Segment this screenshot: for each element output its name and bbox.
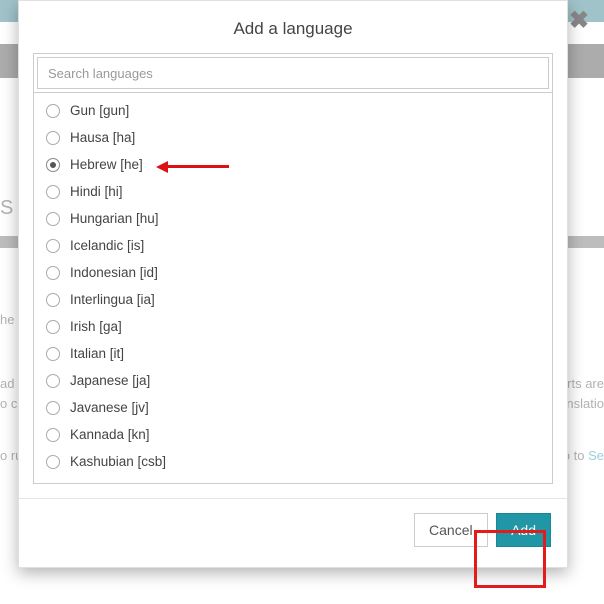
modal-title: Add a language <box>19 1 567 53</box>
language-label: Japanese [ja] <box>70 373 150 388</box>
cancel-button[interactable]: Cancel <box>414 513 488 547</box>
language-option[interactable]: Hungarian [hu] <box>42 205 552 232</box>
close-icon: ✖ <box>569 7 589 34</box>
language-option[interactable]: Hebrew [he] <box>42 151 552 178</box>
add-button[interactable]: Add <box>496 513 551 547</box>
language-option[interactable]: Hausa [ha] <box>42 124 552 151</box>
language-radio[interactable] <box>46 185 60 199</box>
language-label: Hebrew [he] <box>70 157 143 172</box>
language-option[interactable]: Icelandic [is] <box>42 232 552 259</box>
language-label: Kannada [kn] <box>70 427 150 442</box>
language-option[interactable]: Gun [gun] <box>42 97 552 124</box>
language-option[interactable]: Japanese [ja] <box>42 367 552 394</box>
language-label: Icelandic [is] <box>70 238 144 253</box>
language-label: Kashubian [csb] <box>70 454 166 469</box>
language-option[interactable]: Hindi [hi] <box>42 178 552 205</box>
language-option[interactable]: Irish [ga] <box>42 313 552 340</box>
language-label: Hungarian [hu] <box>70 211 159 226</box>
language-option[interactable]: Javanese [jv] <box>42 394 552 421</box>
language-radio[interactable] <box>46 374 60 388</box>
language-label: Gun [gun] <box>70 103 129 118</box>
language-option[interactable]: Indonesian [id] <box>42 259 552 286</box>
language-label: Indonesian [id] <box>70 265 158 280</box>
language-radio[interactable] <box>46 158 60 172</box>
language-radio[interactable] <box>46 266 60 280</box>
language-option[interactable]: Interlingua [ia] <box>42 286 552 313</box>
language-label: Interlingua [ia] <box>70 292 155 307</box>
language-option[interactable]: Italian [it] <box>42 340 552 367</box>
language-radio[interactable] <box>46 428 60 442</box>
language-radio[interactable] <box>46 320 60 334</box>
language-label: Hausa [ha] <box>70 130 135 145</box>
modal-footer: Cancel Add <box>19 498 567 567</box>
language-radio[interactable] <box>46 455 60 469</box>
language-label: Javanese [jv] <box>70 400 149 415</box>
add-language-modal: Add a language Gun [gun] Hausa [ha] Hebrew… <box>18 0 568 568</box>
language-radio[interactable] <box>46 104 60 118</box>
language-option[interactable]: Kashubian [csb] <box>42 448 552 475</box>
language-label: Irish [ga] <box>70 319 122 334</box>
language-option[interactable]: Kannada [kn] <box>42 421 552 448</box>
search-input[interactable] <box>37 57 549 89</box>
language-radio[interactable] <box>46 401 60 415</box>
search-wrapper <box>33 53 553 93</box>
language-radio[interactable] <box>46 293 60 307</box>
language-label: Hindi [hi] <box>70 184 123 199</box>
language-label: Italian [it] <box>70 346 124 361</box>
language-radio[interactable] <box>46 347 60 361</box>
language-radio[interactable] <box>46 239 60 253</box>
modal-body: Gun [gun] Hausa [ha] Hebrew [he] Hindi [hi]… <box>19 53 567 498</box>
language-radio[interactable] <box>46 212 60 226</box>
language-list[interactable]: Gun [gun] Hausa [ha] Hebrew [he] Hindi [hi]… <box>33 93 553 484</box>
language-radio[interactable] <box>46 131 60 145</box>
